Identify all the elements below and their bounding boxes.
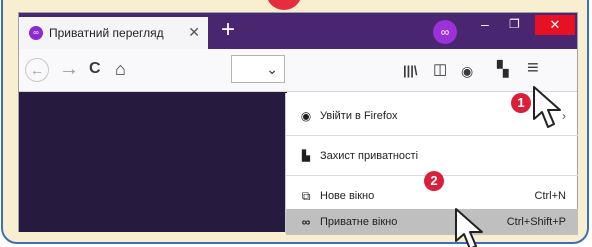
navigation-toolbar: ← → C ⌂ ⌄ |||\ ◫ ◉ ▚ ≡: [19, 49, 577, 92]
menu-item-privacy-protections[interactable]: ▙ Захист приватності: [286, 143, 578, 169]
home-button[interactable]: ⌂: [115, 58, 126, 80]
library-icon[interactable]: |||\: [403, 60, 418, 82]
menu-item-private-window[interactable]: ∞ Приватне вікно Ctrl+Shift+P: [286, 209, 578, 235]
step-badge-2: 2: [424, 171, 444, 191]
new-window-icon: ⧉: [301, 188, 311, 203]
reload-button[interactable]: C: [89, 58, 101, 80]
private-mask-icon: ∞: [29, 26, 43, 40]
account-icon: ◉: [300, 109, 312, 123]
privacy-dashboard-icon: ▙: [302, 150, 310, 162]
tab-close-icon[interactable]: ✕: [188, 24, 200, 41]
tab-label: Приватний перегляд: [49, 26, 164, 40]
private-browsing-indicator-icon: ∞: [433, 20, 457, 44]
shortcut-private-window: Ctrl+Shift+P: [506, 216, 566, 228]
menu-separator: [286, 135, 578, 136]
shortcut-new-window: Ctrl+N: [534, 190, 566, 202]
back-button[interactable]: ←: [25, 58, 49, 82]
page-content-area: [19, 92, 287, 232]
browser-window: ∞ Приватний перегляд ✕ + ∞ – ❐ ✕ ← → C ⌂…: [18, 12, 578, 235]
url-dropdown[interactable]: ⌄: [231, 55, 285, 83]
mouse-pointer-icon: [455, 208, 483, 247]
mouse-pointer-icon: [533, 86, 561, 128]
forward-button[interactable]: →: [59, 58, 79, 80]
maximize-button[interactable]: ❐: [509, 17, 520, 31]
extensions-icon[interactable]: ▚: [497, 59, 509, 81]
minimize-button[interactable]: –: [481, 16, 489, 32]
tab-private-browsing[interactable]: ∞ Приватний перегляд ✕: [19, 17, 208, 49]
step-badge-1: 1: [511, 93, 531, 113]
new-tab-button[interactable]: +: [221, 17, 235, 43]
sidebar-icon[interactable]: ◫: [433, 59, 447, 81]
close-window-button[interactable]: ✕: [535, 15, 575, 35]
account-icon[interactable]: ◉: [461, 60, 473, 82]
hamburger-menu-button[interactable]: ≡: [527, 57, 539, 79]
private-mask-icon: ∞: [301, 215, 311, 229]
tab-bar: ∞ Приватний перегляд ✕ + ∞ – ❐ ✕: [19, 13, 577, 49]
